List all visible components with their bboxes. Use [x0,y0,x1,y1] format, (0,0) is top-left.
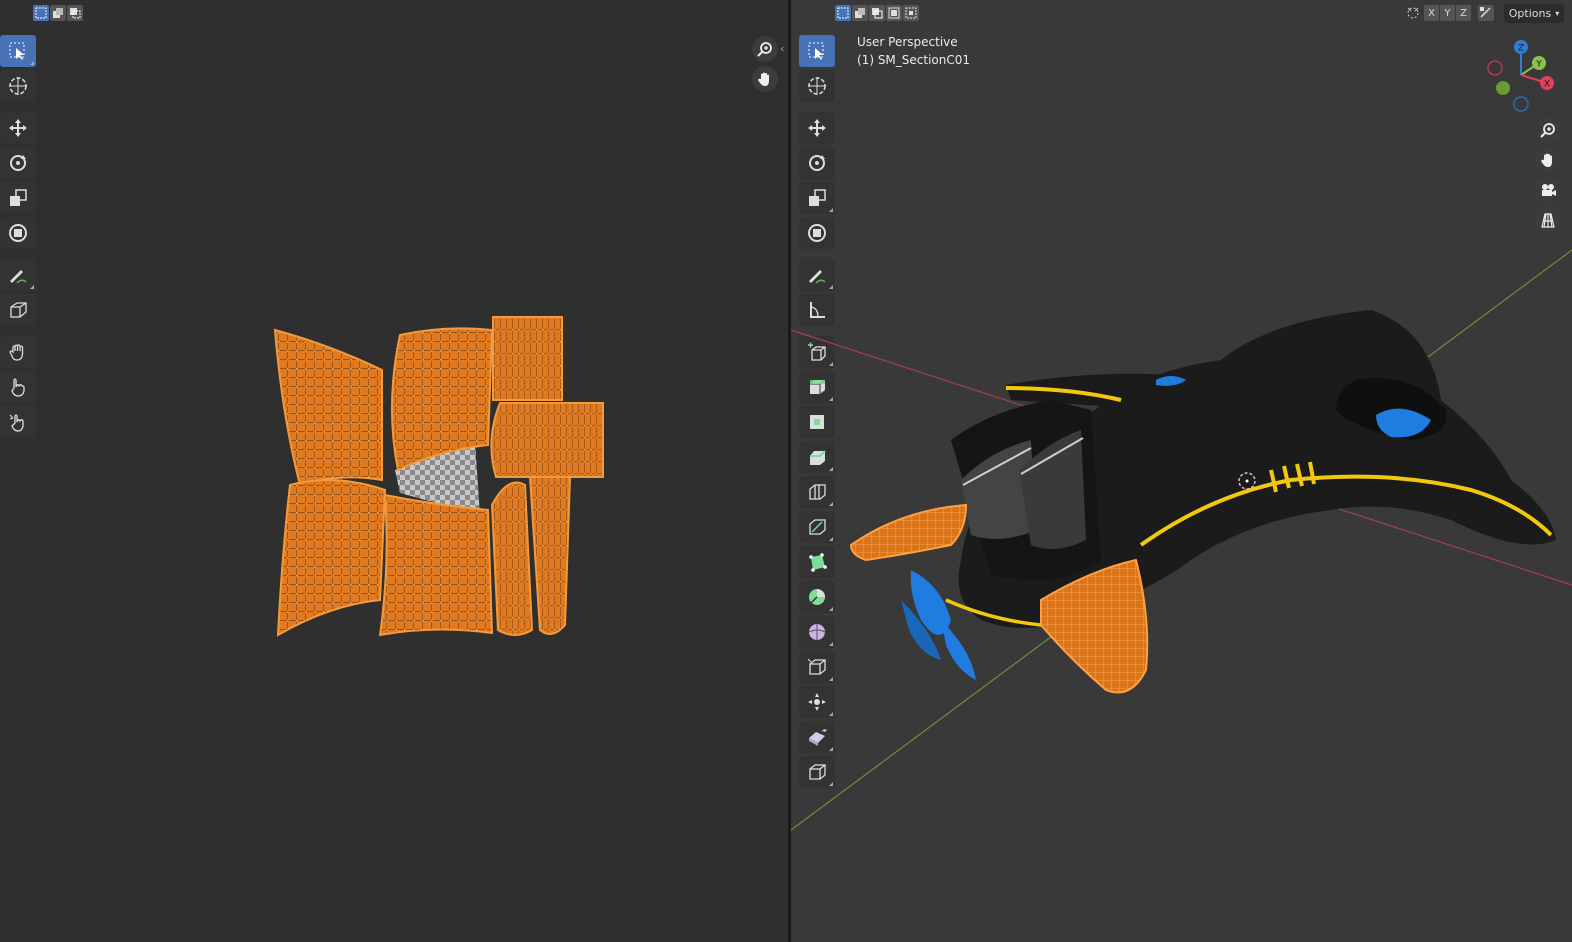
uv-island-right-top [492,316,563,401]
uv-select-box-tool[interactable] [0,35,36,67]
scale-icon [10,189,27,206]
uv-toolbar [0,34,38,440]
uv-island-left-upper [273,328,383,487]
cursor-icon [9,77,27,95]
viewport-scene[interactable] [791,0,1572,942]
tool-corner [30,61,34,65]
uv-pan-button[interactable] [752,66,778,92]
select-box-icon [9,42,25,60]
vertex-select-icon [35,7,47,19]
face-select-button[interactable] [67,5,83,21]
uv-relax-tool[interactable] [0,371,36,403]
uv-islands-canvas[interactable] [260,305,620,650]
uv-editor-header [0,0,788,28]
vertex-select-button[interactable] [33,5,49,21]
uv-island-left-lower [276,479,387,637]
tool-corner [30,285,34,289]
uv-island-right-middle [490,402,604,478]
hand-icon [758,72,769,86]
sidebar-collapse-arrow[interactable]: ‹ [780,42,784,55]
grab-hand-icon [9,344,24,361]
spaceship-model[interactable] [901,310,1556,680]
uv-scale-tool[interactable] [0,182,36,214]
relax-hand-icon [11,378,25,397]
move-icon [9,119,27,137]
edge-select-button[interactable] [50,5,66,21]
selected-mesh-wing-left[interactable] [849,503,968,562]
uv-rotate-tool[interactable] [0,147,36,179]
uv-pinch-tool[interactable] [0,406,36,438]
rotate-icon [10,155,26,171]
pinch-hand-icon [9,414,24,432]
uv-transform-tool[interactable] [0,217,36,249]
uv-cube-tool[interactable] [0,294,36,326]
transform-icon [9,224,27,242]
uv-grab-tool[interactable] [0,336,36,368]
face-select-icon [70,8,81,19]
uv-island-mid-upper [391,327,494,472]
uv-move-tool[interactable] [0,112,36,144]
uv-cursor-tool[interactable] [0,70,36,102]
uv-zoom-button[interactable] [752,36,778,62]
uv-island-right-lower-b [528,476,572,635]
cube-icon [10,302,27,318]
annotate-icon [10,270,27,284]
uv-editor-panel: ‹ [0,0,788,942]
uv-island-mid-lower [378,493,494,637]
viewport-panel: X Y Z Options ▾ User Perspective (1) SM_… [791,0,1572,942]
uv-island-right-lower-a [490,481,534,636]
zoom-icon [757,42,772,57]
uv-annotate-tool[interactable] [0,259,36,291]
uv-select-mode-group [33,5,83,21]
edge-select-icon [53,8,63,18]
